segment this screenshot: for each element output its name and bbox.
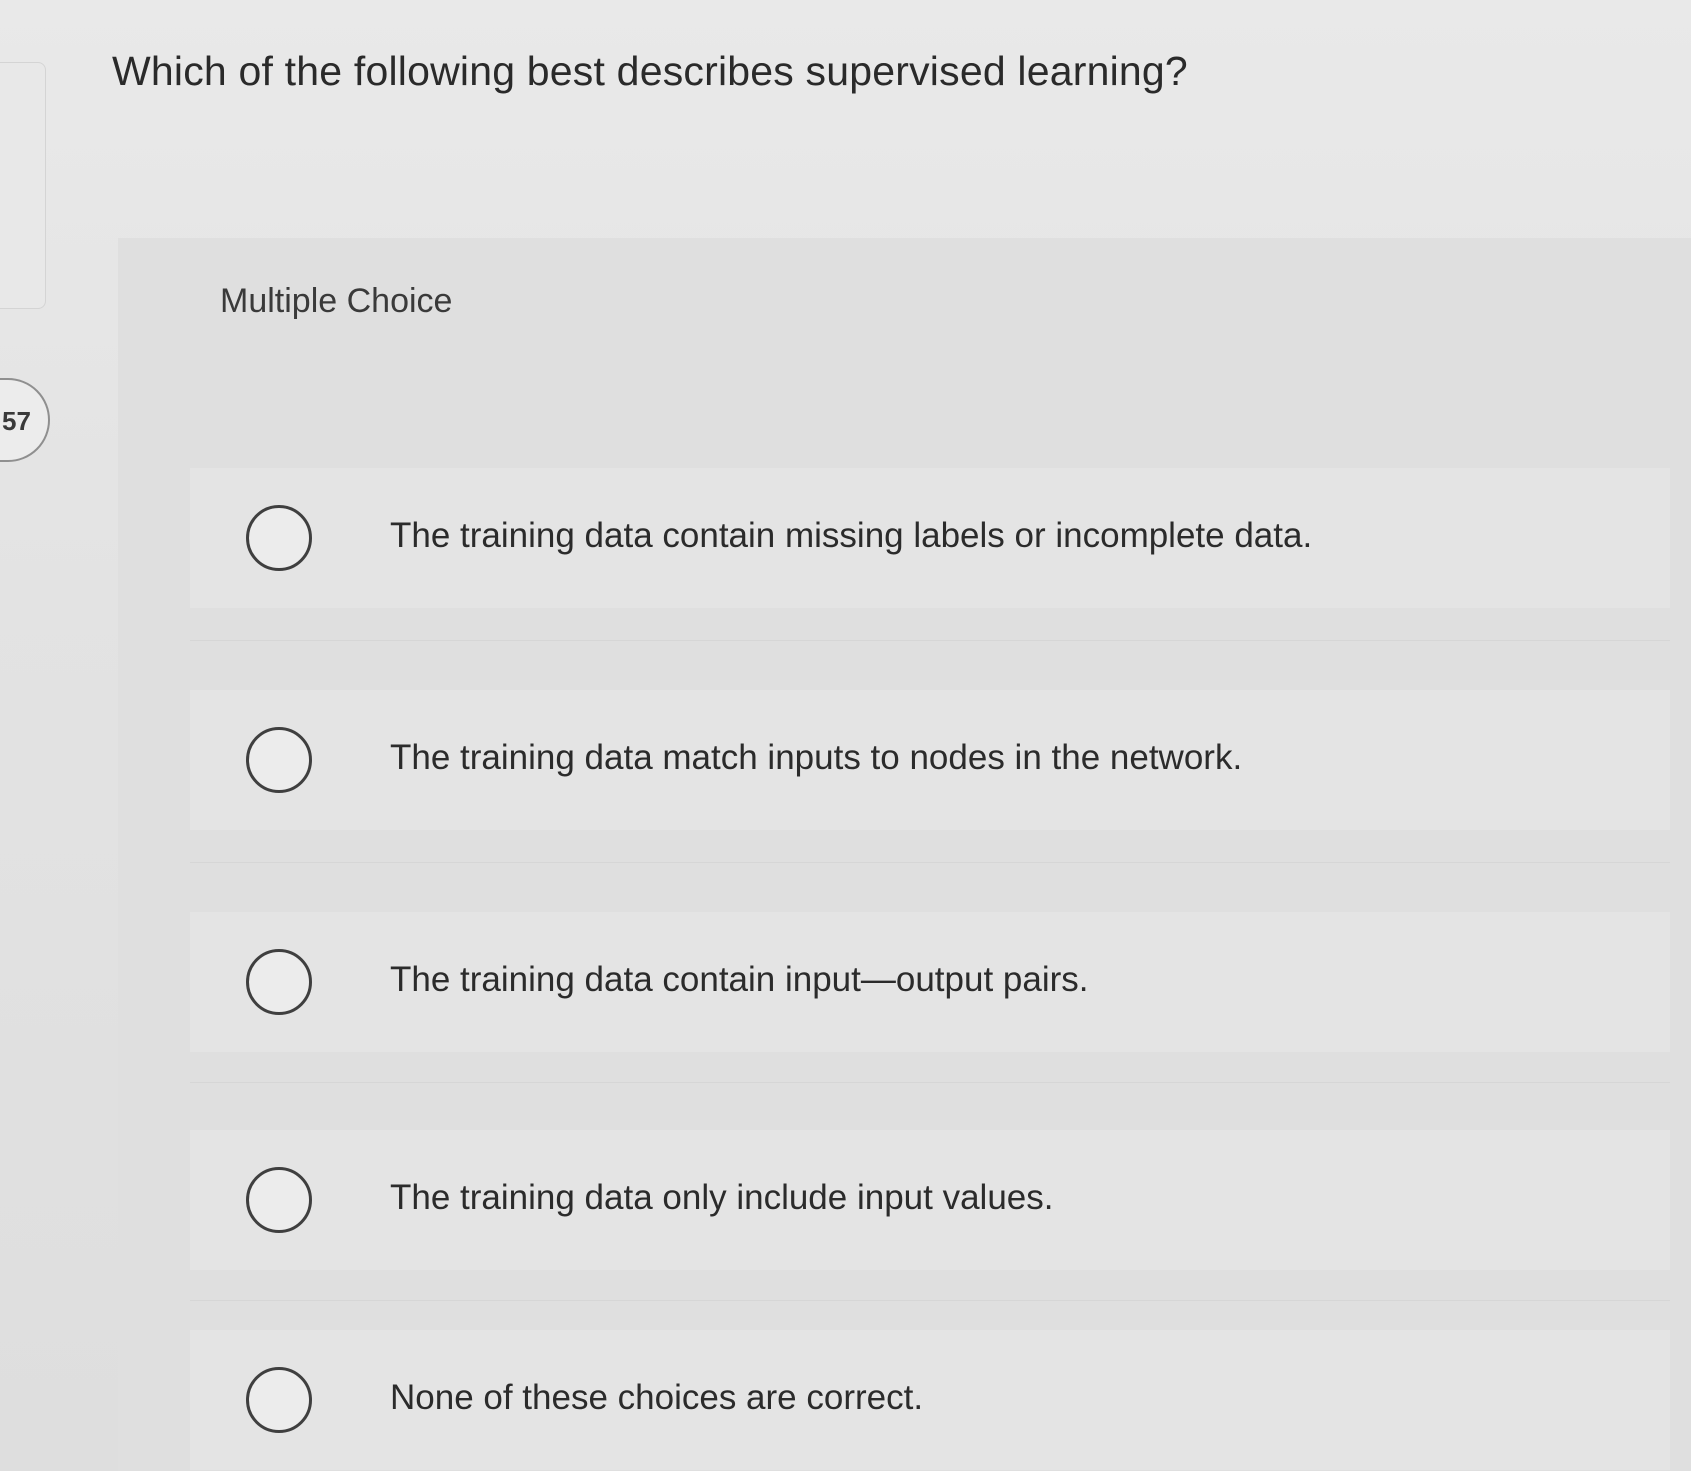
option-1[interactable]: The training data contain missing labels… — [190, 468, 1670, 608]
option-3[interactable]: The training data contain input—output p… — [190, 912, 1670, 1052]
choices-panel — [118, 238, 1691, 1471]
option-2[interactable]: The training data match inputs to nodes … — [190, 690, 1670, 830]
side-panel — [0, 62, 46, 309]
divider — [190, 862, 1670, 863]
option-label: The training data contain input—output p… — [390, 960, 1089, 999]
radio-button[interactable] — [246, 949, 312, 1015]
radio-button[interactable] — [246, 1167, 312, 1233]
option-5[interactable]: None of these choices are correct. — [190, 1330, 1670, 1470]
divider — [190, 1300, 1670, 1301]
option-label: The training data only include input val… — [390, 1178, 1054, 1217]
question-number: 57 — [2, 406, 31, 436]
radio-button[interactable] — [246, 505, 312, 571]
option-label: The training data match inputs to nodes … — [390, 738, 1243, 777]
option-label: None of these choices are correct. — [390, 1378, 924, 1417]
question-number-badge[interactable]: 57 — [0, 378, 50, 462]
divider — [190, 1082, 1670, 1083]
divider — [190, 640, 1670, 641]
question-type-label: Multiple Choice — [220, 282, 453, 320]
radio-button[interactable] — [246, 1367, 312, 1433]
option-4[interactable]: The training data only include input val… — [190, 1130, 1670, 1270]
quiz-page: 57 Which of the following best describes… — [0, 0, 1691, 1471]
question-text: Which of the following best describes su… — [112, 48, 1188, 94]
radio-button[interactable] — [246, 727, 312, 793]
option-label: The training data contain missing labels… — [390, 516, 1313, 555]
